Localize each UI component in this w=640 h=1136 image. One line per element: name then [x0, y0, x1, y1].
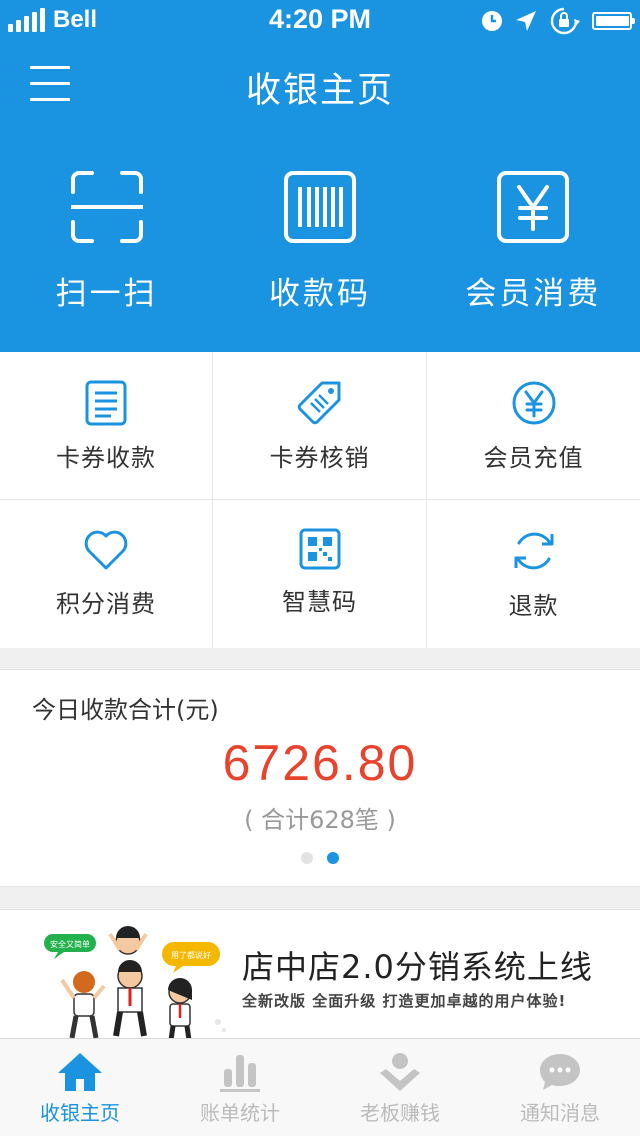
grid-item-points-consume[interactable]: 积分消费	[0, 500, 213, 648]
grid-item-member-recharge[interactable]: 会员充值	[427, 352, 640, 500]
message-icon	[540, 1054, 580, 1090]
earn-icon	[380, 1053, 420, 1091]
grid-item-label: 积分消费	[56, 590, 156, 618]
refresh-icon	[514, 532, 553, 570]
yen-icon	[497, 171, 570, 243]
battery-icon	[592, 12, 635, 30]
quick-actions: 扫一扫 收款码 会员消费	[0, 170, 640, 313]
tab-label: 老板赚钱	[360, 1101, 440, 1125]
scan-icon	[70, 171, 143, 243]
yen-circle-icon	[512, 381, 555, 425]
summary-count: ( 合计628笔 )	[244, 806, 396, 834]
grid-item-coupon-payment[interactable]: 卡券收款	[0, 352, 213, 500]
heart-icon	[84, 530, 128, 570]
function-grid: 卡券收款 卡券核销 会员充值 积分消费 智慧码 退款	[0, 352, 640, 648]
tab-bar: 收银主页 账单统计 老板赚钱 通知消息	[0, 1038, 640, 1136]
summary-title: 今日收款合计(元)	[32, 696, 219, 724]
qrcode-icon	[299, 528, 340, 570]
tab-label: 收银主页	[40, 1101, 120, 1125]
banner-subtitle: 全新改版 全面升级 打造更加卓越的用户体验!	[242, 992, 567, 1010]
barcode-icon	[283, 171, 356, 243]
payment-code-button[interactable]: 收款码	[213, 170, 426, 313]
tab-boss-earn[interactable]: 老板赚钱	[320, 1039, 480, 1136]
people-illustration: 安全又简单 用了都说好	[44, 926, 226, 1039]
member-consume-button[interactable]: 会员消费	[427, 170, 640, 313]
page-dot-active[interactable]	[327, 852, 339, 864]
tag-icon	[297, 381, 340, 425]
tab-home[interactable]: 收银主页	[0, 1039, 160, 1136]
location-arrow-icon	[516, 11, 536, 31]
bar-chart-icon	[220, 1055, 260, 1092]
grid-item-label: 智慧码	[282, 588, 357, 616]
page-indicator	[0, 852, 640, 864]
bubble-right-text: 用了都说好	[171, 950, 211, 960]
page-title: 收银主页	[245, 71, 394, 111]
page-dot[interactable]	[301, 852, 313, 864]
grid-item-label: 卡券核销	[269, 444, 370, 472]
tab-label: 账单统计	[200, 1101, 280, 1125]
payment-code-label: 收款码	[268, 276, 371, 312]
member-consume-label: 会员消费	[465, 276, 602, 312]
daily-summary-card[interactable]: 今日收款合计(元) 6726.80 ( 合计628笔 )	[0, 669, 640, 887]
summary-amount: 6726.80	[222, 735, 418, 791]
grid-item-label: 退款	[508, 592, 559, 620]
grid-item-coupon-verify[interactable]: 卡券核销	[213, 352, 427, 500]
document-icon	[85, 380, 127, 426]
home-icon	[58, 1053, 102, 1091]
bubble-left-text: 安全又简单	[50, 939, 90, 949]
rotation-lock-icon	[550, 7, 580, 35]
grid-item-refund[interactable]: 退款	[427, 500, 640, 648]
tab-bill-statistics[interactable]: 账单统计	[160, 1039, 320, 1136]
grid-item-smart-code[interactable]: 智慧码	[213, 500, 427, 648]
status-right	[480, 6, 635, 36]
header: 收银主页 扫一扫 收款码 会员消费	[0, 40, 640, 352]
grid-item-label: 会员充值	[483, 444, 584, 472]
tab-notifications[interactable]: 通知消息	[480, 1039, 640, 1136]
grid-item-label: 卡券收款	[56, 444, 156, 472]
banner-title: 店中店2.0分销系统上线	[242, 948, 593, 986]
promo-banner[interactable]: 安全又简单 用了都说好 店中店2.0分销系统上线 全新改版 全面升级 打造更加卓…	[0, 909, 640, 1039]
alarm-icon	[482, 11, 502, 31]
scan-label: 扫一扫	[55, 276, 158, 312]
status-bar: Bell 4:20 PM	[0, 0, 640, 40]
scan-button[interactable]: 扫一扫	[0, 170, 213, 313]
tab-label: 通知消息	[520, 1101, 600, 1125]
